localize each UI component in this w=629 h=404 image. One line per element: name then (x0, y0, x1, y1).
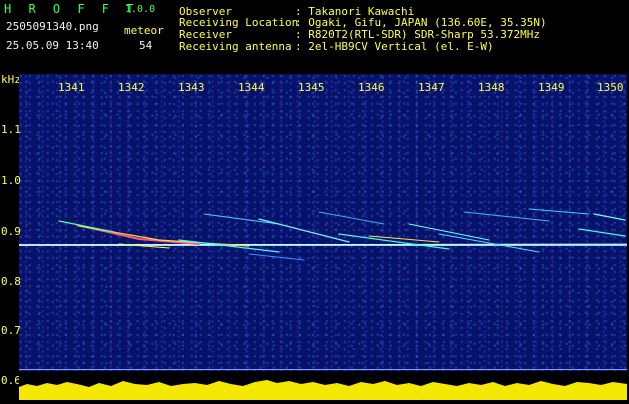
meteor-trail (58, 220, 115, 233)
y-tick: 1.1 (1, 123, 21, 136)
x-tick: 1342 (118, 81, 145, 94)
info-label-antenna: Receiving antenna (179, 40, 292, 53)
signal-strength-fill (19, 380, 627, 400)
x-tick: 1345 (298, 81, 325, 94)
signal-strength-strip (19, 371, 627, 400)
y-tick: 0.6 (1, 374, 21, 387)
meteor-trail (578, 228, 626, 237)
x-tick: 1344 (238, 81, 265, 94)
header-panel: H R O F F T 1.0.0 2505091340.png 25.05.0… (0, 0, 629, 72)
meteor-trail (528, 208, 590, 215)
x-tick: 1347 (418, 81, 445, 94)
meteor-trail (78, 225, 250, 247)
reference-line (19, 369, 627, 370)
x-tick: 1350 (597, 81, 624, 94)
x-tick: 1349 (538, 81, 565, 94)
date-time: 25.05.09 13:40 (6, 39, 99, 52)
meteor-trail (593, 213, 626, 221)
y-tick: 1.0 (1, 174, 21, 187)
spectrogram-signals (19, 208, 627, 261)
meteor-trail (203, 213, 280, 225)
signal-strength-bars (19, 380, 627, 400)
meteor-trail (408, 223, 490, 241)
x-tick: 1343 (178, 81, 205, 94)
meteor-count: 54 (139, 39, 153, 52)
meteor-label: meteor (124, 24, 164, 37)
app-version: 1.0.0 (125, 4, 156, 15)
x-tick: 1348 (478, 81, 505, 94)
x-tick: 1346 (358, 81, 385, 94)
meteor-trail (258, 218, 350, 243)
meteor-trail (248, 253, 305, 261)
spectrogram-plot (19, 74, 627, 371)
app-title: H R O F F T (4, 2, 139, 16)
x-tick: 1341 (58, 81, 85, 94)
y-tick: 0.9 (1, 225, 21, 238)
y-tick: 0.7 (1, 324, 21, 337)
meteor-trail (463, 211, 550, 222)
meteor-trail (318, 211, 385, 225)
file-name: 2505091340.png (6, 20, 99, 33)
meteor-trail (438, 233, 540, 253)
info-value-antenna: : 2el-HB9CV Vertical (el. E-W) (295, 40, 494, 53)
y-tick: 0.8 (1, 275, 21, 288)
y-unit-label: kHz (1, 73, 21, 86)
